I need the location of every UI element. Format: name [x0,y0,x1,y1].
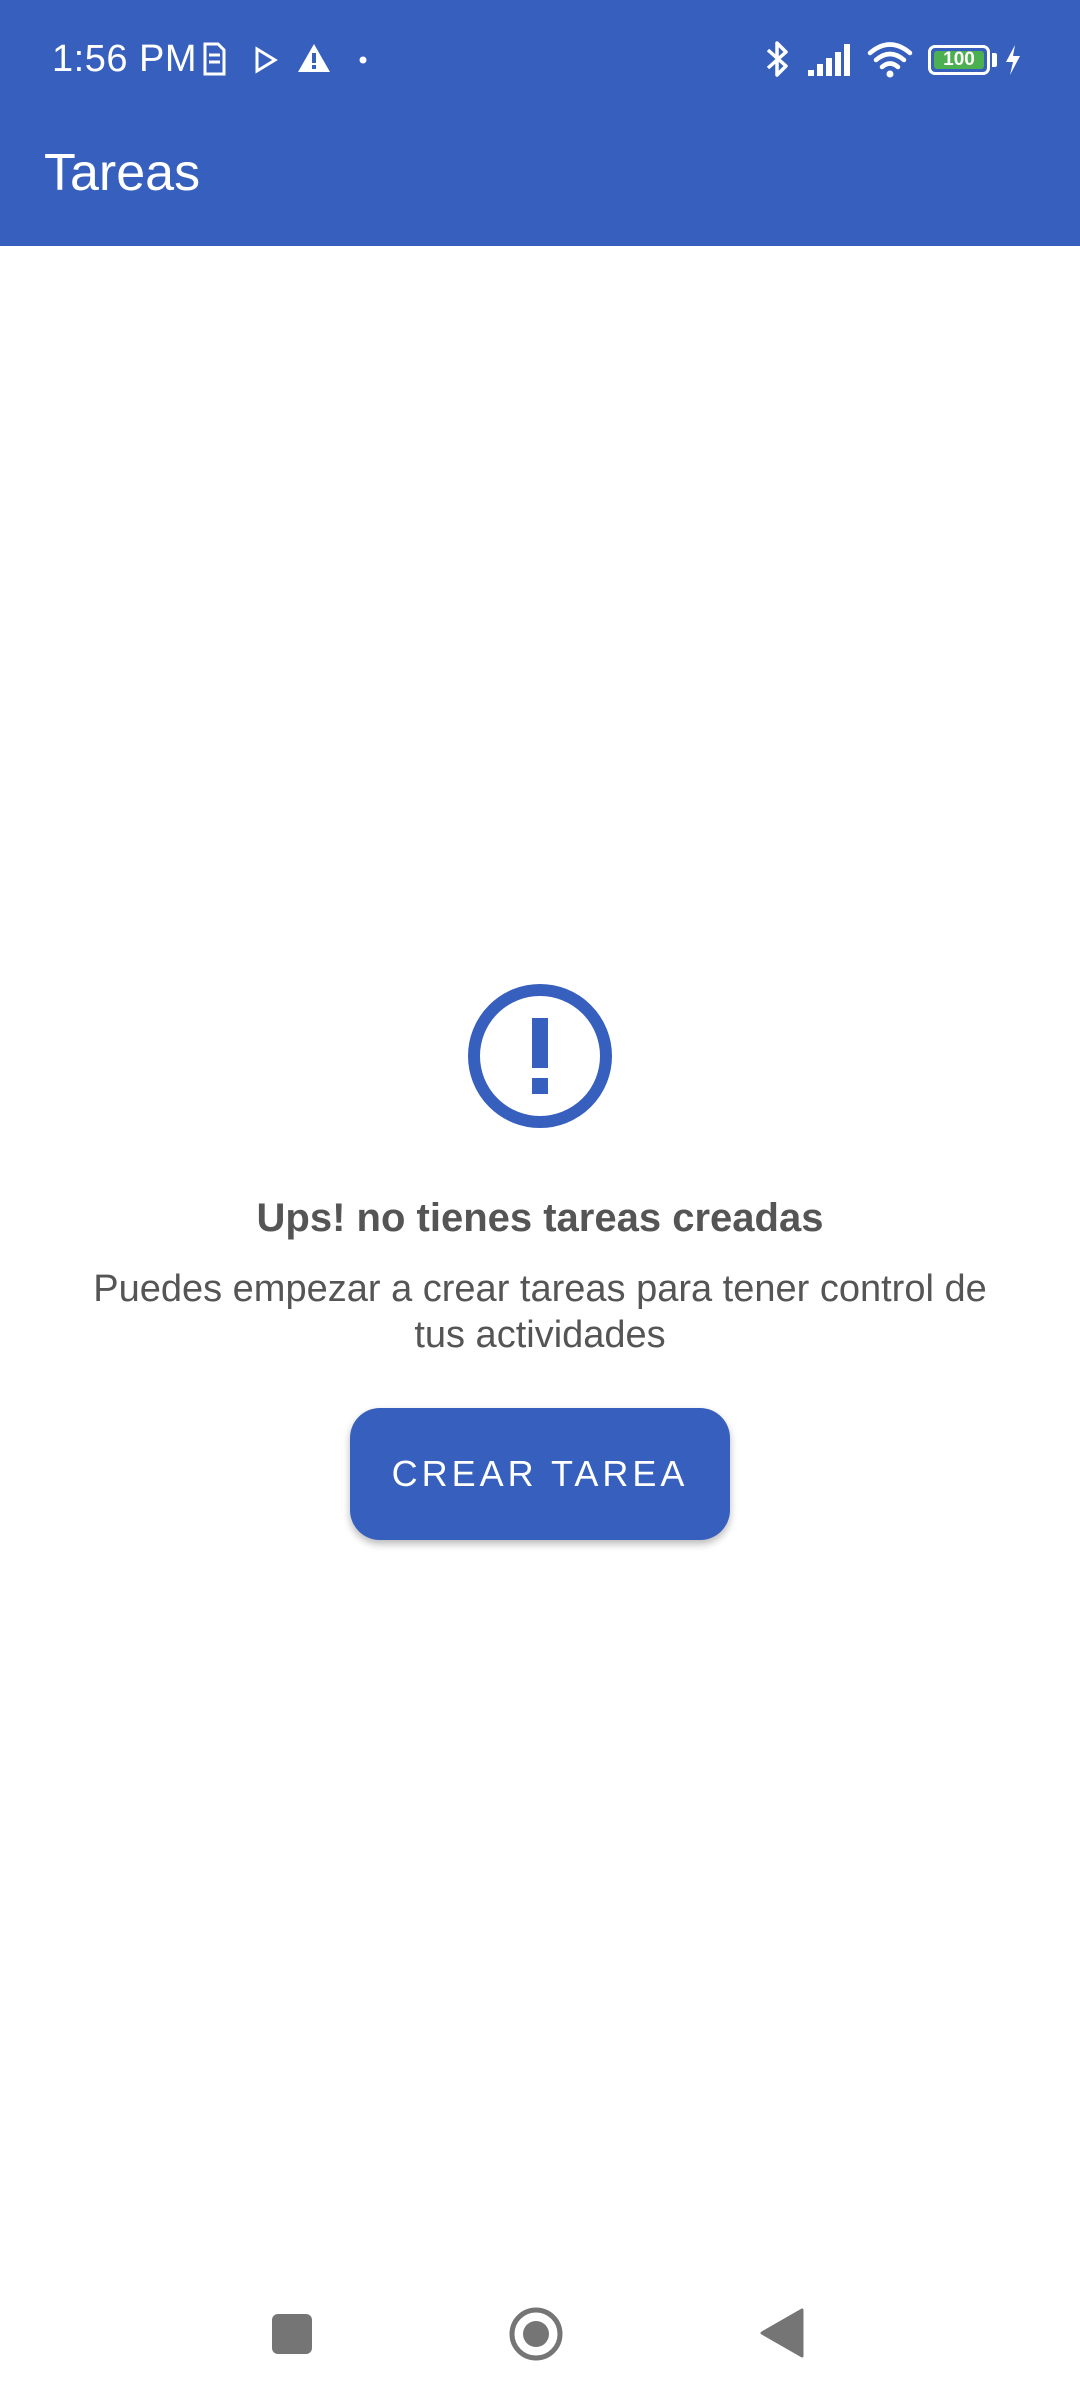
empty-state-title: Ups! no tienes tareas creadas [256,1196,824,1240]
back-button[interactable] [758,2308,804,2358]
bluetooth-icon [766,41,788,77]
dot-icon [359,56,367,64]
alert-circle-icon [468,984,612,1128]
empty-state: Ups! no tienes tareas creadas Puedes emp… [0,982,1080,1540]
home-button[interactable] [508,2306,564,2362]
battery-cap [992,53,997,67]
warning-icon [298,44,330,72]
sim-icon [203,42,226,76]
battery-level: 100 [934,50,984,69]
empty-state-description: Puedes empezar a crear tareas para tener… [93,1268,987,1356]
system-nav-bar [0,2268,1080,2400]
signal-icon [808,44,850,76]
recents-button[interactable] [270,2312,314,2356]
charging-icon [1006,45,1020,75]
status-bar: 1:56 PM 100 [0,0,1080,122]
page-title: Tareas [44,144,201,202]
top-app-header: 1:56 PM 100 Tareas [0,0,1080,246]
wifi-icon [867,42,913,78]
play-icon [255,46,278,74]
create-task-button[interactable]: CREAR TAREA [350,1408,730,1540]
battery-icon: 100 [928,45,990,75]
status-time: 1:56 PM [52,38,198,80]
